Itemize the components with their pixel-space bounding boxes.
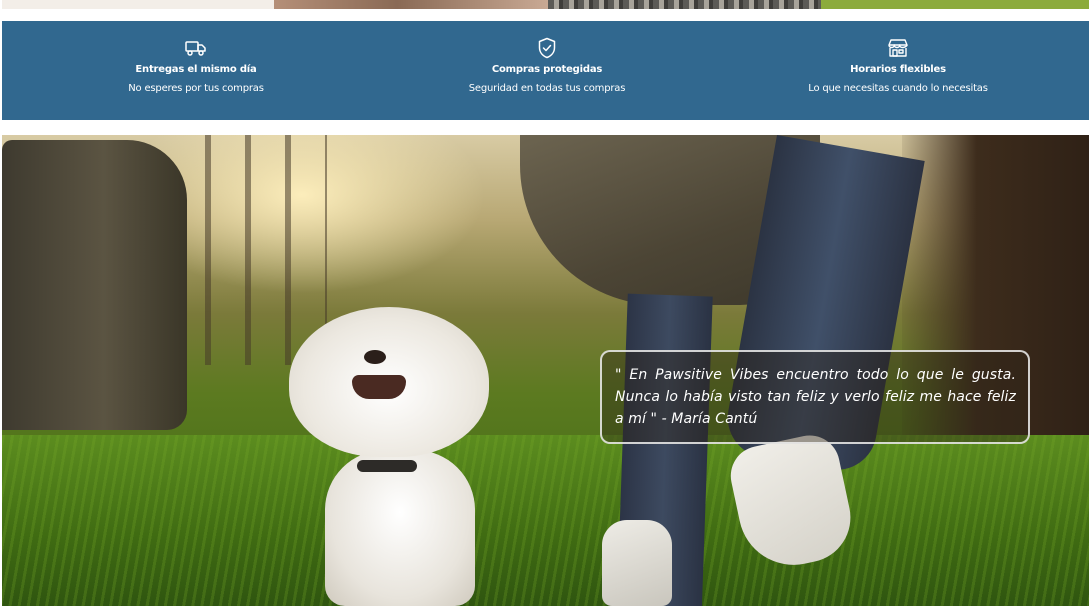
hero-dog-nose — [364, 350, 386, 364]
product-image-strip — [0, 0, 1089, 9]
hero-grass — [2, 435, 1089, 606]
feature-same-day-delivery: Entregas el mismo día No esperes por tus… — [46, 21, 346, 120]
feature-subtitle: Seguridad en todas tus compras — [468, 83, 626, 94]
feature-subtitle: Lo que necesitas cuando lo necesitas — [808, 83, 988, 94]
feature-title: Horarios flexibles — [850, 64, 946, 75]
product-image-2[interactable] — [274, 0, 548, 9]
product-image-4[interactable] — [821, 0, 1089, 9]
product-image-3[interactable] — [548, 0, 821, 9]
product-image-1[interactable] — [2, 0, 274, 9]
hero-dog-mouth — [352, 375, 406, 399]
feature-title: Compras protegidas — [491, 64, 603, 75]
shield-check-icon — [536, 37, 558, 59]
truck-icon — [185, 37, 207, 59]
testimonial-box: " En Pawsitive Vibes encuentro todo lo q… — [600, 350, 1030, 444]
hero-dog-body — [325, 450, 475, 606]
feature-subtitle: No esperes por tus compras — [128, 83, 264, 94]
hero-dog-collar — [357, 460, 417, 472]
store-icon — [887, 37, 909, 59]
hero-background-trees — [187, 135, 327, 365]
feature-flexible-hours: Horarios flexibles Lo que necesitas cuan… — [748, 21, 1048, 120]
features-bar: Entregas el mismo día No esperes por tus… — [2, 21, 1089, 120]
testimonial-quote: " En Pawsitive Vibes encuentro todo lo q… — [615, 367, 1016, 427]
feature-title: Entregas el mismo día — [135, 64, 257, 75]
hero-background-rock — [2, 140, 187, 430]
hero-person-shoe-left — [602, 520, 672, 606]
feature-protected-purchases: Compras protegidas Seguridad en todas tu… — [397, 21, 697, 120]
